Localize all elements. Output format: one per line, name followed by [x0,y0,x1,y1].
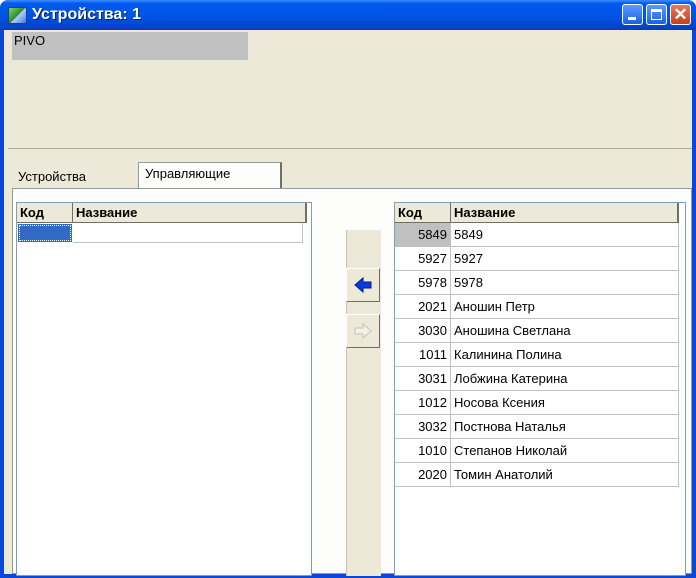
minimize-button[interactable] [622,4,643,25]
name-cell[interactable]: Калинина Полина [451,343,679,367]
add-to-assigned-button[interactable] [346,268,380,302]
assigned-empty-cell[interactable] [73,223,303,243]
name-cell[interactable]: Аношин Петр [451,295,679,319]
name-cell[interactable]: Аношина Светлана [451,319,679,343]
device-name-field[interactable]: PIVO [12,32,248,60]
table-row[interactable]: 3031 Лобжина Катерина [395,367,679,391]
table-row[interactable]: 3030 Аношина Светлана [395,319,679,343]
window: Устройства: 1 ✕ PIVO Устройства Управляю… [0,0,696,578]
name-cell[interactable]: Томин Анатолий [451,463,679,487]
table-row[interactable]: 5927 5927 [395,247,679,271]
maximize-button[interactable] [646,4,667,25]
title-bar[interactable]: Устройства: 1 ✕ [0,0,696,30]
window-client-area: PIVO Устройства Управляющие Код Название [4,30,692,576]
tab-devices[interactable]: Устройства [12,166,132,188]
assigned-col-name-header[interactable]: Название [73,203,307,223]
code-cell[interactable]: 5849 [395,223,451,247]
name-cell[interactable]: Носова Ксения [451,391,679,415]
name-cell[interactable]: 5978 [451,271,679,295]
window-title: Устройства: 1 [32,6,141,23]
maximize-icon [651,9,662,20]
code-cell[interactable]: 5927 [395,247,451,271]
code-cell[interactable]: 2020 [395,463,451,487]
assigned-selected-cell[interactable] [18,224,72,242]
code-cell[interactable]: 5978 [395,271,451,295]
table-row[interactable]: 3032 Постнова Наталья [395,415,679,439]
name-cell[interactable]: 5927 [451,247,679,271]
device-header-panel: PIVO [8,30,692,149]
assigned-col-code-header[interactable]: Код [17,203,73,223]
code-cell[interactable]: 3032 [395,415,451,439]
table-row[interactable]: 2021 Аношин Петр [395,295,679,319]
table-row[interactable]: 1010 Степанов Николай [395,439,679,463]
name-cell[interactable]: 5849 [451,223,679,247]
code-cell[interactable]: 2021 [395,295,451,319]
available-rows: 5849 5849 5927 5927 5978 5978 2021 Аноши… [395,223,679,487]
name-cell[interactable]: Постнова Наталья [451,415,679,439]
table-row[interactable]: 5978 5978 [395,271,679,295]
code-cell[interactable]: 1012 [395,391,451,415]
app-icon [8,7,27,24]
arrow-right-disabled-icon [354,322,372,340]
assigned-grid[interactable]: Код Название [16,202,312,576]
code-cell[interactable]: 3031 [395,367,451,391]
table-row[interactable]: 2020 Томин Анатолий [395,463,679,487]
table-row[interactable]: 1012 Носова Ксения [395,391,679,415]
close-icon: ✕ [673,5,688,24]
code-cell[interactable]: 1011 [395,343,451,367]
table-row[interactable]: 1011 Калинина Полина [395,343,679,367]
name-cell[interactable]: Степанов Николай [451,439,679,463]
tab-controllers[interactable]: Управляющие [138,162,282,188]
arrow-left-blue-icon [354,276,372,294]
available-col-name-header[interactable]: Название [451,203,679,223]
close-button[interactable]: ✕ [670,4,691,25]
name-cell[interactable]: Лобжина Катерина [451,367,679,391]
code-cell[interactable]: 1010 [395,439,451,463]
table-row[interactable]: 5849 5849 [395,223,679,247]
minimize-icon [628,17,636,20]
available-grid[interactable]: Код Название 5849 5849 5927 5927 5978 59… [394,202,686,576]
remove-from-assigned-button[interactable] [346,314,380,348]
code-cell[interactable]: 3030 [395,319,451,343]
available-col-code-header[interactable]: Код [395,203,451,223]
